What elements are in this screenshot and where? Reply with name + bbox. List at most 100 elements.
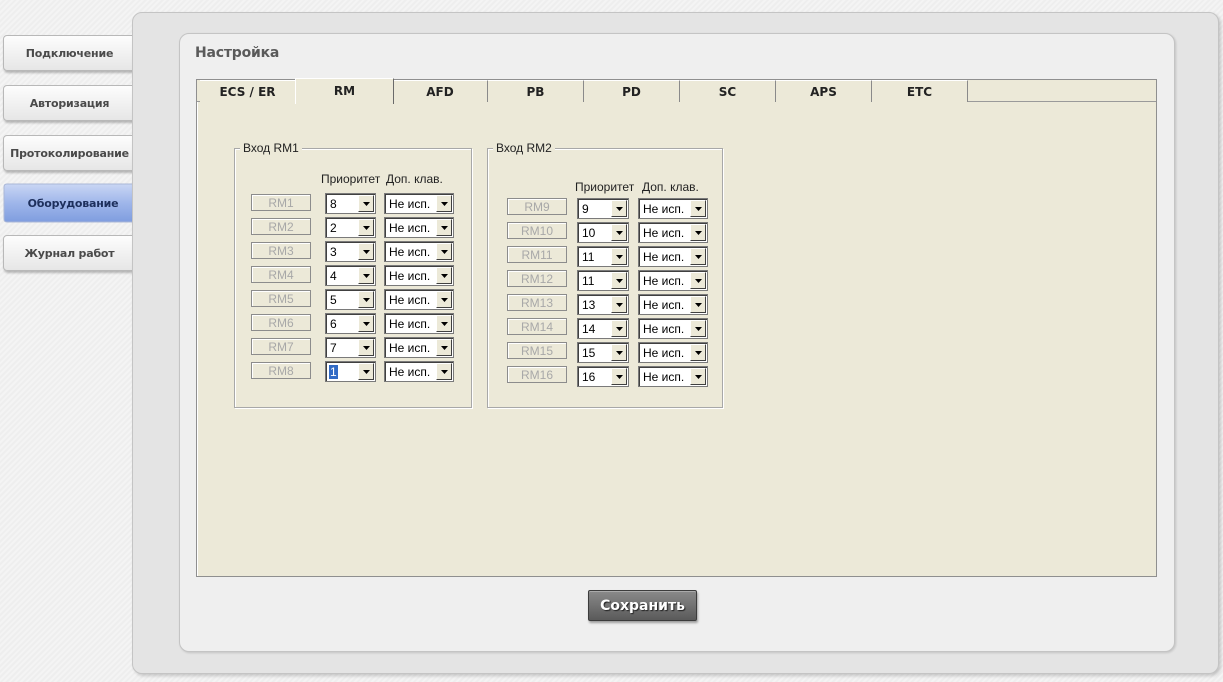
- priority-select[interactable]: 1: [325, 361, 376, 382]
- chevron-down-icon[interactable]: [611, 272, 627, 289]
- chevron-down-icon[interactable]: [611, 368, 627, 385]
- chevron-down-icon[interactable]: [690, 368, 706, 385]
- chevron-down-icon[interactable]: [436, 219, 452, 236]
- rm-input-label: RM3: [251, 242, 311, 259]
- chevron-down-icon[interactable]: [358, 291, 374, 308]
- rm-input-label: RM9: [507, 198, 567, 215]
- chevron-down-icon[interactable]: [690, 296, 706, 313]
- chevron-down-icon[interactable]: [690, 344, 706, 361]
- priority-select[interactable]: 9: [577, 198, 629, 219]
- priority-select[interactable]: 6: [325, 313, 376, 334]
- chevron-down-icon[interactable]: [358, 339, 374, 356]
- chevron-down-icon[interactable]: [611, 344, 627, 361]
- chevron-down-icon[interactable]: [611, 248, 627, 265]
- save-button[interactable]: Сохранить: [588, 590, 697, 621]
- priority-header: Приоритет: [321, 172, 381, 186]
- extra-keys-select[interactable]: Не исп.: [638, 318, 708, 339]
- rm-input-label: RM6: [251, 314, 311, 331]
- tab-aps[interactable]: APS: [776, 80, 872, 102]
- priority-select[interactable]: 5: [325, 289, 376, 310]
- tab-label: APS: [810, 84, 837, 99]
- extra-keys-select[interactable]: Не исп.: [384, 217, 454, 238]
- chevron-down-icon[interactable]: [436, 195, 452, 212]
- chevron-down-icon[interactable]: [358, 243, 374, 260]
- tab-pb[interactable]: PB: [488, 80, 584, 102]
- nav-connection-button[interactable]: Подключение: [3, 35, 136, 71]
- priority-value: 14: [582, 322, 596, 336]
- rm-input-label: RM1: [251, 194, 311, 211]
- extra-keys-select[interactable]: Не исп.: [638, 342, 708, 363]
- rm-input-label: RM4: [251, 266, 311, 283]
- nav-logging-button[interactable]: Протоколирование: [3, 135, 136, 171]
- group-title: Вход RM1: [240, 141, 302, 155]
- rm-input-label: RM13: [507, 294, 567, 311]
- priority-select[interactable]: 16: [577, 366, 629, 387]
- priority-select[interactable]: 14: [577, 318, 629, 339]
- extra-keys-header: Доп. клав.: [386, 172, 443, 186]
- extra-keys-select[interactable]: Не исп.: [384, 289, 454, 310]
- nav-authorization-button[interactable]: Авторизация: [3, 85, 136, 121]
- priority-select[interactable]: 8: [325, 193, 376, 214]
- chevron-down-icon[interactable]: [436, 267, 452, 284]
- tab-etc[interactable]: ETC: [872, 80, 968, 102]
- chevron-down-icon[interactable]: [690, 320, 706, 337]
- extra-keys-value: Не исп.: [643, 370, 685, 384]
- rm-input-label: RM8: [251, 362, 311, 379]
- chevron-down-icon[interactable]: [690, 248, 706, 265]
- extra-keys-value: Не исп.: [643, 226, 685, 240]
- chevron-down-icon[interactable]: [611, 224, 627, 241]
- extra-keys-select[interactable]: Не исп.: [384, 265, 454, 286]
- chevron-down-icon[interactable]: [358, 219, 374, 236]
- extra-keys-select[interactable]: Не исп.: [638, 270, 708, 291]
- extra-keys-select[interactable]: Не исп.: [384, 241, 454, 262]
- tab-afd[interactable]: AFD: [393, 80, 488, 102]
- extra-keys-select[interactable]: Не исп.: [638, 246, 708, 267]
- tab-rm[interactable]: RM: [295, 78, 394, 104]
- chevron-down-icon[interactable]: [611, 320, 627, 337]
- chevron-down-icon[interactable]: [358, 363, 374, 380]
- extra-keys-value: Не исп.: [389, 197, 431, 211]
- chevron-down-icon[interactable]: [690, 272, 706, 289]
- panel-title: Настройка: [195, 45, 280, 61]
- chevron-down-icon[interactable]: [358, 267, 374, 284]
- chevron-down-icon[interactable]: [436, 291, 452, 308]
- chevron-down-icon[interactable]: [436, 339, 452, 356]
- chevron-down-icon[interactable]: [611, 200, 627, 217]
- tab-sc[interactable]: SC: [680, 80, 776, 102]
- chevron-down-icon[interactable]: [358, 195, 374, 212]
- extra-keys-select[interactable]: Не исп.: [384, 313, 454, 334]
- extra-keys-select[interactable]: Не исп.: [638, 294, 708, 315]
- nav-worklog-button[interactable]: Журнал работ: [3, 235, 136, 271]
- priority-select[interactable]: 7: [325, 337, 376, 358]
- priority-select[interactable]: 11: [577, 246, 629, 267]
- priority-value: 7: [330, 341, 337, 355]
- priority-select[interactable]: 11: [577, 270, 629, 291]
- priority-select[interactable]: 4: [325, 265, 376, 286]
- tab-label: RM: [333, 84, 356, 98]
- tab-ecs-er[interactable]: ECS / ER: [200, 80, 296, 102]
- extra-keys-select[interactable]: Не исп.: [638, 222, 708, 243]
- chevron-down-icon[interactable]: [690, 200, 706, 217]
- extra-keys-select[interactable]: Не исп.: [638, 366, 708, 387]
- chevron-down-icon[interactable]: [436, 243, 452, 260]
- tab-pd[interactable]: PD: [584, 80, 680, 102]
- chevron-down-icon[interactable]: [690, 224, 706, 241]
- priority-value: 5: [330, 293, 337, 307]
- extra-keys-select[interactable]: Не исп.: [384, 361, 454, 382]
- chevron-down-icon[interactable]: [611, 296, 627, 313]
- chevron-down-icon[interactable]: [436, 315, 452, 332]
- priority-value: 11: [582, 274, 595, 288]
- priority-select[interactable]: 2: [325, 217, 376, 238]
- chevron-down-icon[interactable]: [358, 315, 374, 332]
- chevron-down-icon[interactable]: [436, 363, 452, 380]
- priority-value: 3: [330, 245, 337, 259]
- extra-keys-select[interactable]: Не исп.: [384, 337, 454, 358]
- extra-keys-select[interactable]: Не исп.: [384, 193, 454, 214]
- priority-select[interactable]: 3: [325, 241, 376, 262]
- extra-keys-select[interactable]: Не исп.: [638, 198, 708, 219]
- rm-input-label: RM2: [251, 218, 311, 235]
- priority-select[interactable]: 15: [577, 342, 629, 363]
- priority-select[interactable]: 10: [577, 222, 629, 243]
- priority-select[interactable]: 13: [577, 294, 629, 315]
- group-title: Вход RM2: [493, 141, 555, 155]
